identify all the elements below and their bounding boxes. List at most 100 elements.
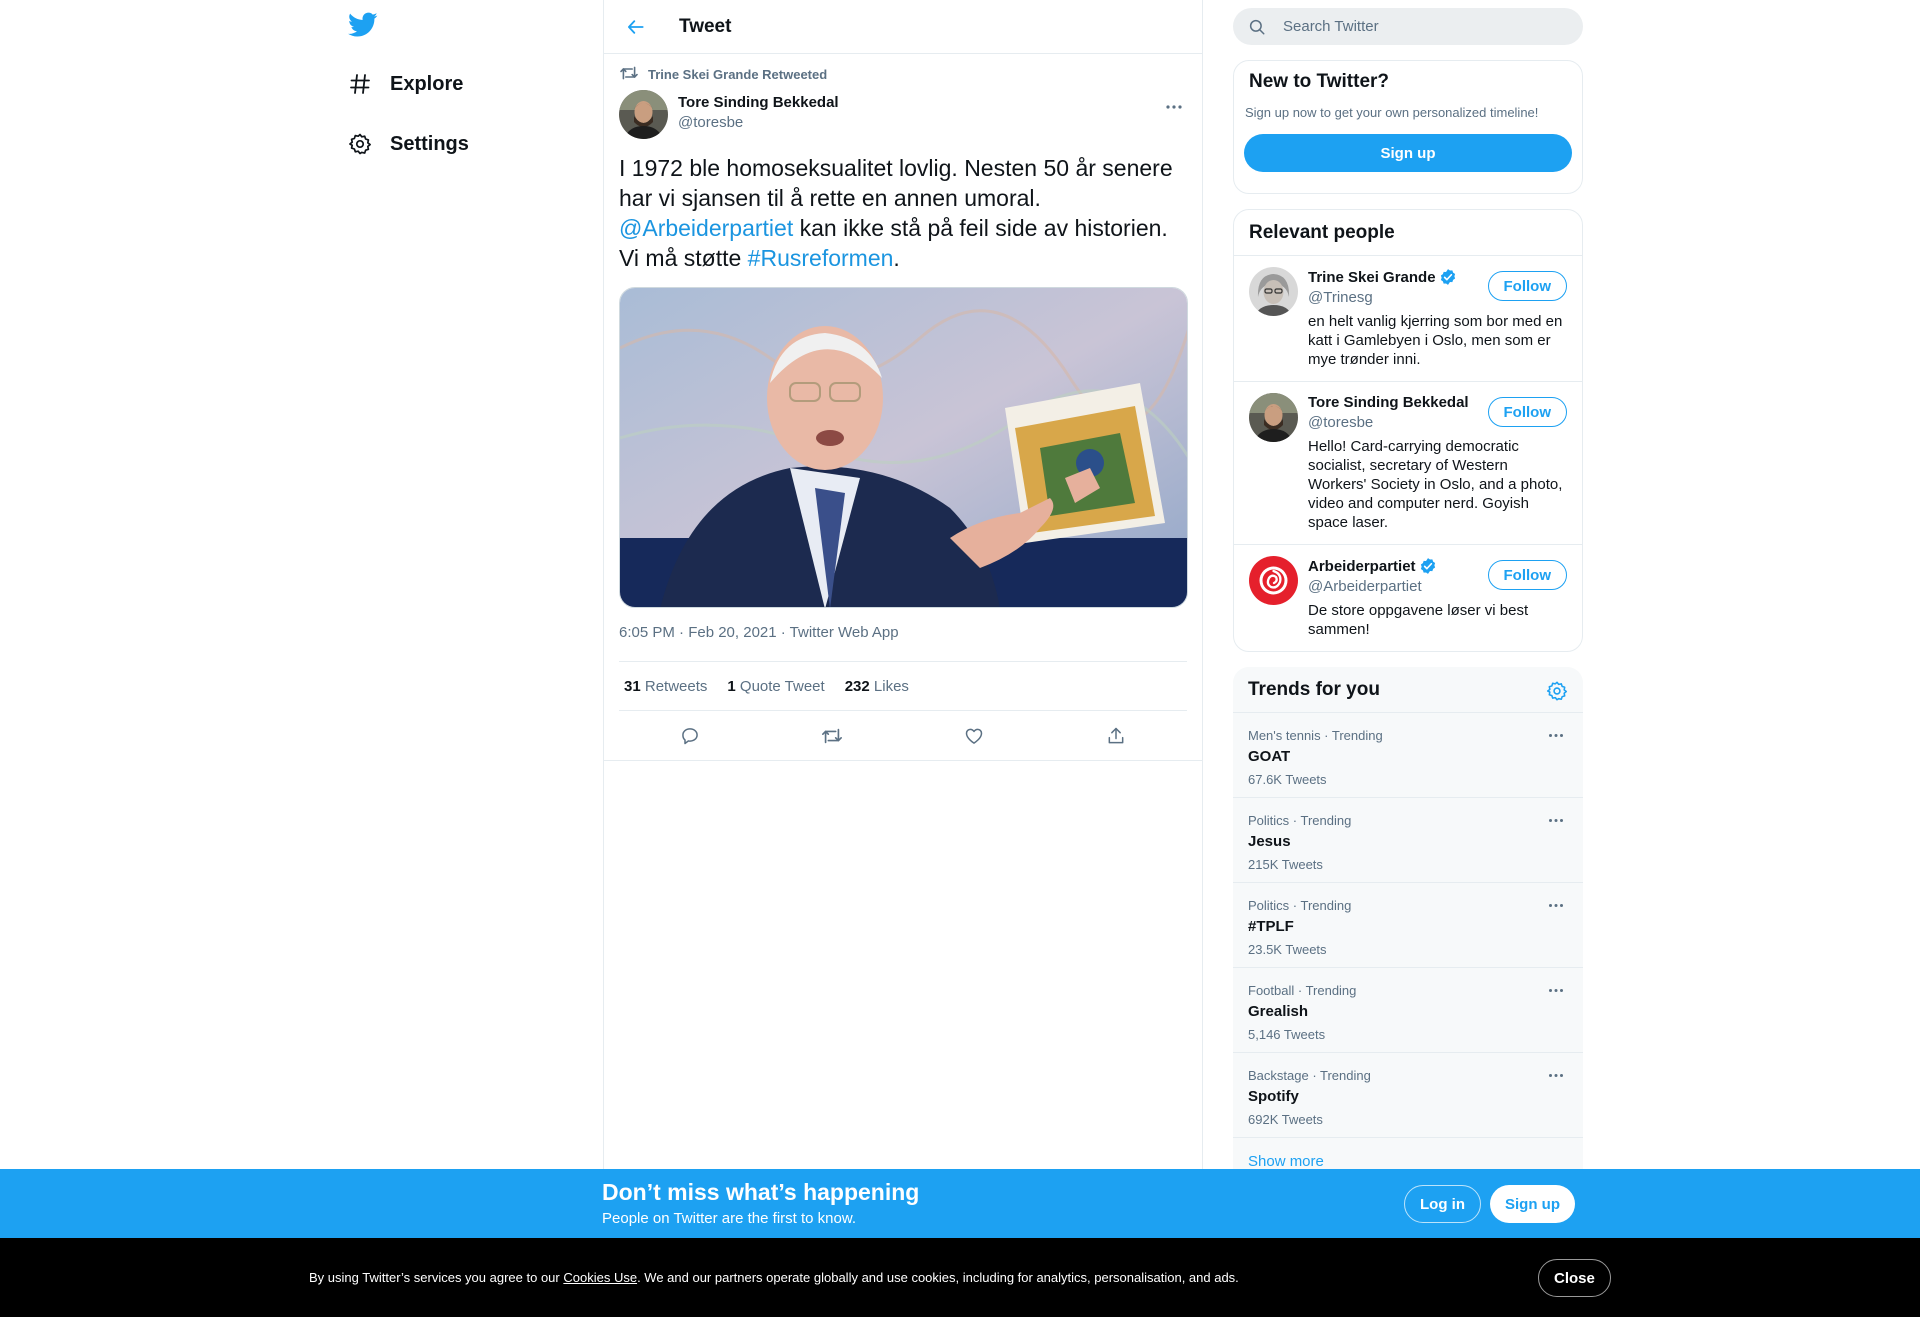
twitter-bird-icon[interactable] bbox=[348, 12, 382, 42]
trend-meta: Men's tennis · Trending bbox=[1248, 728, 1383, 743]
share-button[interactable] bbox=[1098, 718, 1134, 754]
main-column: Tweet Trine Skei Grande Retweeted Tore S… bbox=[603, 0, 1203, 1317]
tweet-text: I 1972 ble homoseksualitet lovlig. Neste… bbox=[619, 153, 1194, 273]
follow-button[interactable]: Follow bbox=[1487, 560, 1567, 590]
tweet-meta[interactable]: 6:05 PM · Feb 20, 2021 · Twitter Web App bbox=[619, 624, 1187, 644]
back-button[interactable] bbox=[619, 10, 653, 44]
trend-item[interactable]: Men's tennis · Trending GOAT 67.6K Tweet… bbox=[1233, 713, 1583, 798]
person-item[interactable]: Arbeiderpartiet @Arbeiderpartiet De stor… bbox=[1234, 545, 1582, 651]
cookie-text-before: By using Twitter’s services you agree to… bbox=[309, 1270, 564, 1285]
trend-more-button[interactable] bbox=[1544, 725, 1568, 745]
app-root: Explore Settings Tweet Trine Skei Grande… bbox=[0, 0, 1920, 1317]
retweet-context: Trine Skei Grande Retweeted bbox=[619, 64, 1187, 84]
tweet-photo[interactable] bbox=[619, 287, 1188, 608]
trend-name: Grealish bbox=[1248, 1003, 1309, 1020]
trends-title: Trends for you bbox=[1248, 678, 1380, 700]
login-button[interactable]: Log in bbox=[1404, 1185, 1481, 1223]
person-item[interactable]: Trine Skei Grande @Trinesg en helt vanli… bbox=[1234, 256, 1582, 382]
trends-header: Trends for you bbox=[1233, 667, 1583, 713]
tweet-hashtag-link[interactable]: #Rusreformen bbox=[748, 245, 894, 271]
retweeted-by[interactable]: Trine Skei Grande Retweeted bbox=[648, 67, 827, 82]
signup-button[interactable]: Sign up bbox=[1490, 1185, 1575, 1223]
trend-meta: Backstage · Trending bbox=[1248, 1068, 1371, 1083]
more-dots-icon bbox=[1549, 988, 1563, 992]
retweet-icon bbox=[822, 728, 842, 743]
person-name[interactable]: Arbeiderpartiet bbox=[1308, 558, 1416, 575]
cookie-text-after: . We and our partners operate globally a… bbox=[637, 1270, 1239, 1285]
cookie-close-button[interactable]: Close bbox=[1538, 1259, 1611, 1297]
search-input[interactable] bbox=[1283, 18, 1563, 35]
trend-count: 67.6K Tweets bbox=[1248, 772, 1327, 787]
avatar[interactable] bbox=[1249, 393, 1298, 442]
nav-explore[interactable]: Explore bbox=[346, 62, 463, 106]
stat-likes-count: 232 bbox=[844, 677, 870, 695]
person-name[interactable]: Trine Skei Grande bbox=[1308, 269, 1436, 286]
trend-item[interactable]: Backstage · Trending Spotify 692K Tweets bbox=[1233, 1053, 1583, 1138]
stat-likes[interactable]: 232 Likes bbox=[845, 678, 909, 695]
tweet-stats: 31 Retweets 1 Quote Tweet 232 Likes bbox=[619, 661, 1187, 711]
sidebar-signup-button[interactable]: Sign up bbox=[1244, 134, 1572, 172]
trend-more-button[interactable] bbox=[1544, 1065, 1568, 1085]
tweet-actions bbox=[604, 711, 1202, 761]
like-icon bbox=[965, 728, 983, 744]
trend-more-button[interactable] bbox=[1544, 895, 1568, 915]
trends-card: Trends for you Men's tennis · Trending G… bbox=[1233, 667, 1583, 1185]
like-button[interactable] bbox=[956, 718, 992, 754]
tweet-text-part3: . bbox=[893, 245, 900, 271]
trend-item[interactable]: Politics · Trending Jesus 215K Tweets bbox=[1233, 798, 1583, 883]
person-item[interactable]: Tore Sinding Bekkedal @toresbe Hello! Ca… bbox=[1234, 382, 1582, 545]
page-title: Tweet bbox=[679, 15, 732, 37]
relevant-people-title: Relevant people bbox=[1249, 221, 1395, 243]
follow-button[interactable]: Follow bbox=[1487, 271, 1567, 301]
person-bio: en helt vanlig kjerring som bor med en k… bbox=[1308, 313, 1563, 368]
trend-meta: Politics · Trending bbox=[1248, 813, 1352, 828]
author-name[interactable]: Tore Sinding Bekkedal bbox=[678, 94, 839, 111]
more-dots-icon bbox=[1549, 1073, 1563, 1077]
avatar[interactable] bbox=[1249, 267, 1298, 316]
trend-item[interactable]: Football · Trending Grealish 5,146 Tweet… bbox=[1233, 968, 1583, 1053]
tweet-author: Tore Sinding Bekkedal @toresbe bbox=[619, 90, 1187, 139]
nav-settings-label: Settings bbox=[390, 132, 469, 155]
trend-more-button[interactable] bbox=[1544, 810, 1568, 830]
more-dots-icon bbox=[1549, 733, 1563, 737]
nav-explore-label: Explore bbox=[390, 72, 464, 95]
tweet-more-button[interactable] bbox=[1161, 96, 1187, 118]
verified-badge-icon bbox=[1420, 558, 1435, 574]
verified-badge-icon bbox=[1440, 269, 1455, 285]
person-bio: De store oppgavene løser vi best sammen! bbox=[1308, 602, 1529, 638]
trend-count: 5,146 Tweets bbox=[1248, 1027, 1326, 1042]
follow-button[interactable]: Follow bbox=[1487, 397, 1567, 427]
retweet-button[interactable] bbox=[814, 718, 850, 754]
more-dots-icon bbox=[1549, 903, 1563, 907]
share-icon bbox=[1108, 727, 1124, 743]
nav-settings[interactable]: Settings bbox=[346, 122, 469, 166]
cookie-banner: By using Twitter’s services you agree to… bbox=[0, 1238, 1920, 1317]
cookies-use-link[interactable]: Cookies Use bbox=[563, 1270, 637, 1285]
gear-icon[interactable] bbox=[1546, 680, 1568, 702]
signup-banner-subtitle: People on Twitter are the first to know. bbox=[602, 1210, 857, 1227]
trend-count: 692K Tweets bbox=[1248, 1112, 1323, 1127]
tweet: Trine Skei Grande Retweeted Tore Sinding… bbox=[604, 64, 1202, 761]
avatar[interactable] bbox=[1249, 556, 1298, 605]
trend-name: #TPLF bbox=[1248, 918, 1294, 935]
reply-button[interactable] bbox=[672, 718, 708, 754]
cookie-text: By using Twitter’s services you agree to… bbox=[309, 1270, 1239, 1285]
search-bar[interactable] bbox=[1233, 8, 1583, 45]
stat-quote-tweets[interactable]: 1 Quote Tweet bbox=[727, 678, 824, 695]
stat-retweets[interactable]: 31 Retweets bbox=[624, 678, 707, 695]
person-name[interactable]: Tore Sinding Bekkedal bbox=[1308, 394, 1469, 411]
trend-more-button[interactable] bbox=[1544, 980, 1568, 1000]
stat-likes-label: Likes bbox=[873, 677, 909, 695]
signup-banner-title: Don’t miss what’s happening bbox=[602, 1179, 920, 1205]
trend-name: GOAT bbox=[1248, 748, 1291, 765]
tweet-mention-link[interactable]: @Arbeiderpartiet bbox=[619, 215, 793, 241]
hashtag-icon bbox=[346, 70, 374, 98]
author-handle[interactable]: @toresbe bbox=[678, 114, 839, 131]
avatar[interactable] bbox=[619, 90, 668, 139]
trend-count: 215K Tweets bbox=[1248, 857, 1323, 872]
arrow-left-icon bbox=[628, 19, 644, 34]
trend-item[interactable]: Politics · Trending #TPLF 23.5K Tweets bbox=[1233, 883, 1583, 968]
trend-name: Jesus bbox=[1248, 833, 1291, 850]
new-to-twitter-title: New to Twitter? bbox=[1249, 71, 1390, 92]
relevant-people-header: Relevant people bbox=[1234, 210, 1582, 256]
